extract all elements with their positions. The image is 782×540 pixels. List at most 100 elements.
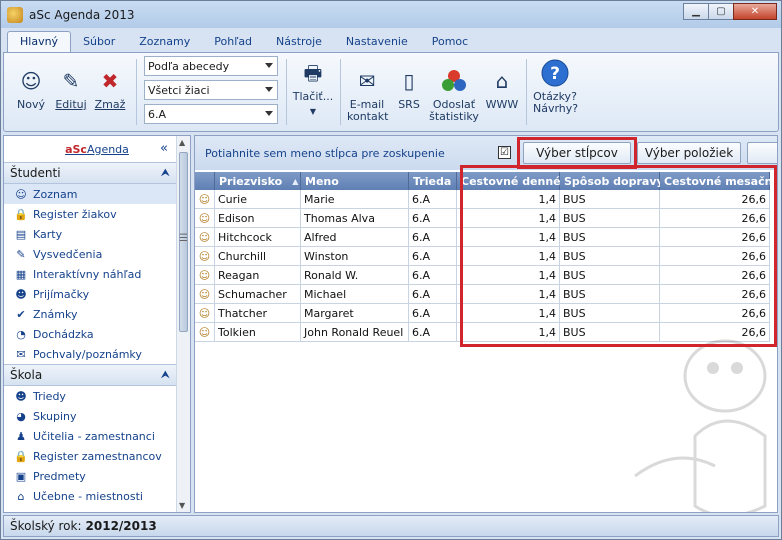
- delete-label: Zmaž: [94, 98, 126, 111]
- email-button[interactable]: ✉ E-mail kontakt: [344, 67, 390, 123]
- table-cell: Churchill: [215, 247, 301, 266]
- column-header-label: Spôsob dopravy: [564, 174, 664, 188]
- table-cell: BUS: [560, 304, 660, 323]
- sidebar-item-label: Register žiakov: [33, 207, 117, 221]
- table-cell: 1,4: [457, 190, 560, 209]
- sidebar-item[interactable]: ☻ Triedy: [4, 386, 190, 406]
- table-cell: 6.A: [409, 323, 457, 342]
- collapse-panel-icon[interactable]: «: [160, 141, 168, 156]
- table-row[interactable]: ☺ Curie Marie 6.A 1,4 BUS 26,6: [195, 190, 770, 209]
- class-dropdown[interactable]: 6.A: [144, 104, 278, 124]
- sidebar-item-label: Pochvaly/poznámky: [33, 347, 142, 361]
- sidebar-item[interactable]: ◔ Dochádzka: [4, 324, 190, 344]
- sidebar-item[interactable]: ▦ Interaktívny náhľad: [4, 264, 190, 284]
- sidebar-item-label: Karty: [33, 227, 63, 241]
- sidebar-item-label: Učitelia - zamestnanci: [33, 429, 155, 443]
- tab-0[interactable]: Hlavný: [7, 31, 72, 52]
- sidebar-item[interactable]: 🔒 Register zamestnancov: [4, 446, 190, 466]
- maximize-button[interactable]: ▢: [708, 3, 734, 20]
- minimize-button[interactable]: ▁: [683, 3, 709, 20]
- new-button[interactable]: ☺ Nový: [14, 67, 48, 111]
- sidebar-item[interactable]: ☻ Prijímačky: [4, 284, 190, 304]
- tab-5[interactable]: Nastavenie: [334, 32, 420, 52]
- sidebar-item[interactable]: 🔒 Register žiakov: [4, 204, 190, 224]
- table-cell: BUS: [560, 323, 660, 342]
- column-header-label: Cestovné mesačné: [664, 174, 778, 188]
- table-cell: BUS: [560, 209, 660, 228]
- scroll-up-icon[interactable]: ▲: [179, 138, 185, 147]
- sidebar-item[interactable]: ♟ Učitelia - zamestnanci: [4, 426, 190, 446]
- sidebar-item[interactable]: ▣ Predmety: [4, 466, 190, 486]
- group-hint: Potiahnite sem meno stĺpca pre zoskupeni…: [205, 147, 445, 160]
- table-cell: 26,6: [660, 285, 770, 304]
- table-row[interactable]: ☺ Schumacher Michael 6.A 1,4 BUS 26,6: [195, 285, 770, 304]
- sort-dropdown[interactable]: Podľa abecedy: [144, 56, 278, 76]
- sidebar-item[interactable]: ◕ Skupiny: [4, 406, 190, 426]
- sidebar-item[interactable]: ⌂ Učebne - miestnosti: [4, 486, 190, 506]
- tab-1[interactable]: Súbor: [71, 32, 127, 52]
- table-row[interactable]: ☺ Thatcher Margaret 6.A 1,4 BUS 26,6: [195, 304, 770, 323]
- table-row[interactable]: ☺ Edison Thomas Alva 6.A 1,4 BUS 26,6: [195, 209, 770, 228]
- table-cell: 26,6: [660, 228, 770, 247]
- chevron-up-icon[interactable]: ⮝: [161, 166, 170, 180]
- table-cell: 6.A: [409, 304, 457, 323]
- column-header[interactable]: Meno: [301, 172, 409, 190]
- table-cell: Marie: [301, 190, 409, 209]
- column-header[interactable]: Spôsob dopravy: [560, 172, 664, 190]
- table-cell: Tolkien: [215, 323, 301, 342]
- scroll-down-icon[interactable]: ▼: [179, 501, 185, 510]
- table-row[interactable]: ☺ Reagan Ronald W. 6.A 1,4 BUS 26,6: [195, 266, 770, 285]
- card-icon: ▤: [15, 227, 27, 241]
- column-header[interactable]: Cestovné mesačné: [660, 172, 777, 190]
- help-icon: ?: [541, 59, 569, 87]
- sidebar-item-label: Učebne - miestnosti: [33, 489, 143, 503]
- extra-grid-button[interactable]: [747, 142, 777, 164]
- sidebar-sections: Študenti ⮝ ☺ Zoznam 🔒 Register žiakov ▤ Karty ✎ V…: [4, 162, 190, 506]
- column-header[interactable]: Cestovné denné: [457, 172, 561, 190]
- table-cell: 26,6: [660, 323, 770, 342]
- table-row[interactable]: ☺ Hitchcock Alfred 6.A 1,4 BUS 26,6: [195, 228, 770, 247]
- sidebar-section-header[interactable]: Študenti ⮝: [4, 162, 190, 184]
- delete-button[interactable]: ✖ Zmaž: [92, 67, 128, 111]
- phone-icon: ▯: [403, 69, 415, 93]
- table-row[interactable]: ☺ Tolkien John Ronald Reuel 6.A 1,4 BUS 26,6: [195, 323, 770, 342]
- table-cell: 26,6: [660, 209, 770, 228]
- column-header[interactable]: Priezvisko ▲: [215, 172, 301, 190]
- group-by-bar[interactable]: Potiahnite sem meno stĺpca pre zoskupeni…: [195, 136, 777, 170]
- send-stats-button[interactable]: Odoslať štatistiky: [428, 67, 480, 123]
- item-select-button[interactable]: Výber položiek: [637, 142, 741, 164]
- table-cell: Hitchcock: [215, 228, 301, 247]
- column-header[interactable]: Trieda: [409, 172, 457, 190]
- tab-6[interactable]: Pomoc: [420, 32, 480, 52]
- close-button[interactable]: ✕: [733, 3, 777, 20]
- chevron-down-icon: [265, 87, 273, 92]
- sidebar-item[interactable]: ☺ Zoznam: [4, 184, 190, 204]
- edit-button[interactable]: ✎ Edituj: [52, 67, 90, 111]
- sidebar-item[interactable]: ✎ Vysvedčenia: [4, 244, 190, 264]
- sidebar-item[interactable]: ✔ Známky: [4, 304, 190, 324]
- filter-dropdown-value: Všetci žiaci: [148, 83, 210, 97]
- table-cell: John Ronald Reuel: [301, 323, 409, 342]
- app-window: aSc Agenda 2013 ▁ ▢ ✕ Hlavný Súbor Zoznamy…: [0, 0, 782, 540]
- sidebar-item-label: Zoznam: [33, 187, 78, 201]
- school-year-label: Školský rok:: [10, 519, 82, 533]
- print-button[interactable]: 🖶 Tlačiť... ▼: [292, 59, 334, 118]
- tab-4[interactable]: Nástroje: [264, 32, 334, 52]
- grid-options-checkbox[interactable]: ☑: [498, 146, 511, 159]
- www-button[interactable]: ⌂ WWW: [484, 67, 520, 111]
- help-button[interactable]: ? Otázky? Návrhy?: [530, 59, 580, 115]
- sms-button[interactable]: ▯ SRS: [394, 67, 424, 111]
- sidebar-item[interactable]: ▤ Karty: [4, 224, 190, 244]
- sidebar-section-header[interactable]: Škola ⮝: [4, 364, 190, 386]
- table-row[interactable]: ☺ Churchill Winston 6.A 1,4 BUS 26,6: [195, 247, 770, 266]
- splitter-grip-icon[interactable]: ☰: [179, 233, 188, 244]
- brand-link[interactable]: aSc Agenda «: [4, 136, 190, 162]
- tab-3[interactable]: Pohľad: [202, 32, 264, 52]
- student-icon: ☺: [195, 209, 215, 228]
- filter-dropdown[interactable]: Všetci žiaci: [144, 80, 278, 100]
- chevron-up-icon[interactable]: ⮝: [161, 368, 170, 382]
- sidebar-item[interactable]: ✉ Pochvaly/poznámky: [4, 344, 190, 364]
- sidebar-scrollbar[interactable]: ▲ ▼: [176, 136, 190, 512]
- tab-2[interactable]: Zoznamy: [127, 32, 202, 52]
- column-select-button[interactable]: Výber stĺpcov: [523, 142, 631, 164]
